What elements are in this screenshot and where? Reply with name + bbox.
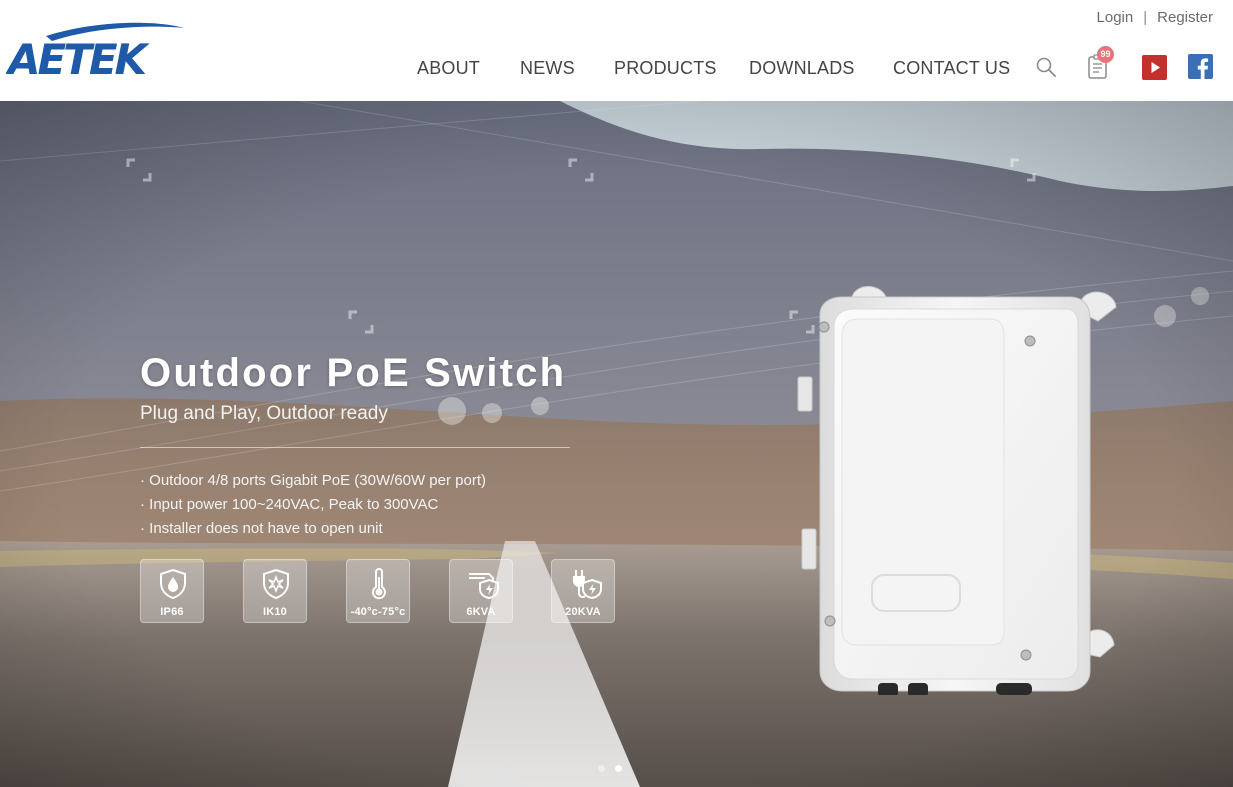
hero-banner[interactable]: Outdoor PoE Switch Plug and Play, Outdoo… <box>0 101 1233 787</box>
slide-indicators <box>598 765 622 772</box>
spec-badge-6kva: 6KVA <box>449 559 513 623</box>
outdoor-poe-switch-image <box>797 286 1117 695</box>
nav-item-news[interactable]: NEWS <box>520 58 575 79</box>
account-links: Login | Register <box>1097 9 1213 26</box>
register-link[interactable]: Register <box>1157 9 1213 26</box>
spec-label: 20KVA <box>565 606 601 618</box>
hero-subtitle: Plug and Play, Outdoor ready <box>140 403 388 424</box>
spec-label: -40°c-75°c <box>350 606 406 618</box>
nav-item-contact-us[interactable]: CONTACT US <box>893 58 1010 79</box>
water-drop-shield-icon <box>160 568 186 600</box>
slide-dot-active[interactable] <box>615 765 622 772</box>
facebook-icon[interactable] <box>1188 54 1213 79</box>
spec-label: IK10 <box>262 606 288 618</box>
decorative-corner-icon <box>568 158 594 182</box>
spec-badge-20kva: 20KVA <box>551 559 615 623</box>
nav-item-about[interactable]: ABOUT <box>417 58 480 79</box>
cart-count-badge: 99 <box>1097 46 1114 63</box>
hero-divider <box>140 447 570 448</box>
login-link[interactable]: Login <box>1097 9 1134 26</box>
site-header: AETEK Login | Register ABOUT NEWS PRODUC… <box>0 0 1233 101</box>
nav-item-downloads[interactable]: DOWNLADS <box>749 58 855 79</box>
feature-item: · Installer does not have to open unit <box>140 520 383 537</box>
impact-shield-icon <box>263 568 289 600</box>
slide-dot[interactable] <box>598 765 605 772</box>
spec-badge-ik10: IK10 <box>243 559 307 623</box>
decorative-corner-icon <box>348 310 374 334</box>
spec-badge-ip66: IP66 <box>140 559 204 623</box>
surge-network-icon <box>469 573 499 600</box>
hero-title: Outdoor PoE Switch <box>140 351 567 395</box>
feature-list: · Outdoor 4/8 ports Gigabit PoE (30W/60W… <box>140 469 486 541</box>
spec-label: 6KVA <box>466 606 496 618</box>
spec-badge-temperature: -40°c-75°c <box>346 559 410 623</box>
document-icon[interactable]: 99 <box>1084 46 1114 82</box>
feature-item: · Input power 100~240VAC, Peak to 300VAC <box>140 496 439 513</box>
youtube-icon[interactable] <box>1142 55 1167 80</box>
surge-power-plug-icon <box>573 570 602 600</box>
spec-label: IP66 <box>160 606 184 618</box>
feature-item: · Outdoor 4/8 ports Gigabit PoE (30W/60W… <box>140 472 486 489</box>
link-separator: | <box>1143 9 1148 26</box>
nav-item-products[interactable]: PRODUCTS <box>614 58 717 79</box>
decorative-corner-icon <box>1010 158 1036 182</box>
thermometer-icon <box>372 568 386 600</box>
decorative-corner-icon <box>126 158 152 182</box>
search-icon[interactable] <box>1035 56 1057 78</box>
